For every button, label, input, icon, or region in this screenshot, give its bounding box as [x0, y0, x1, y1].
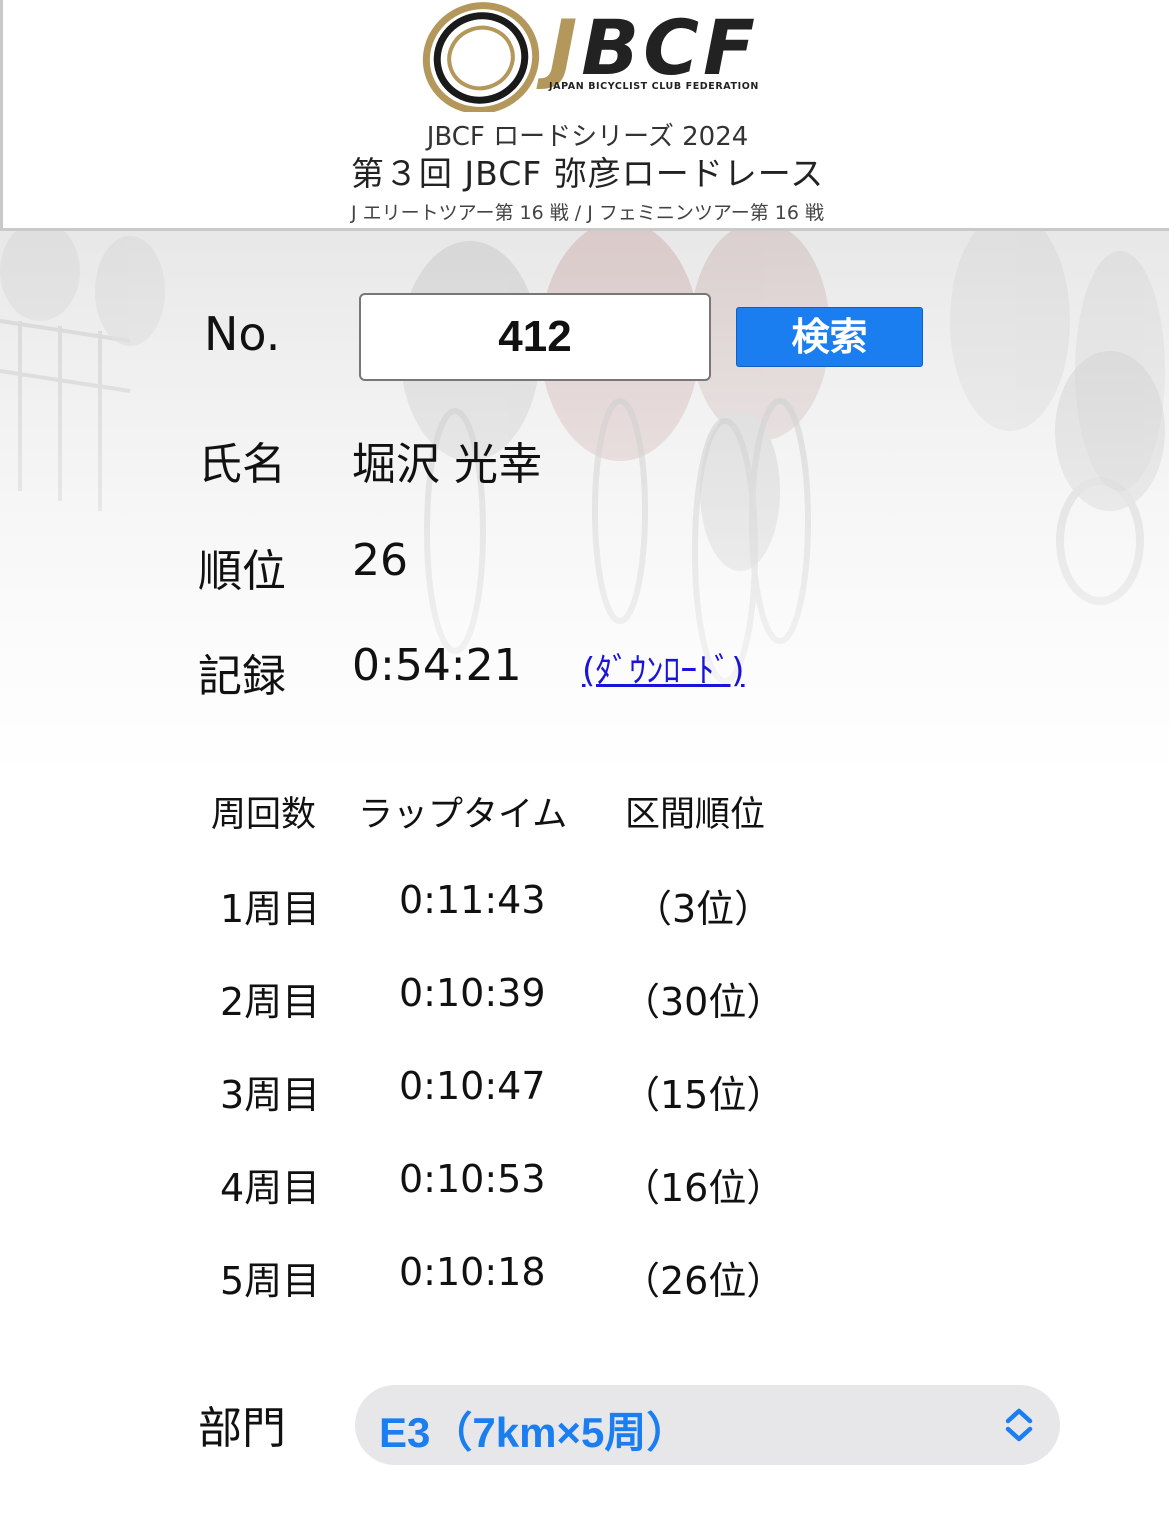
rank-label: 順位	[198, 546, 286, 597]
record-label: 記録	[198, 651, 286, 702]
chevron-updown-icon	[1005, 1408, 1033, 1442]
lap-time: 0:10:47	[399, 1064, 546, 1108]
logo-text: JBCF	[549, 3, 759, 92]
tour-subtitle: J エリートツアー第 16 戦 / J フェミニンツアー第 16 戦	[351, 202, 824, 224]
lap-number: 2周目	[220, 980, 321, 1024]
lap-time: 0:10:18	[399, 1250, 546, 1294]
category-value: E3（7km×5周）	[379, 1409, 689, 1456]
lap-header-time: ラップタイム	[358, 795, 568, 835]
lap-time: 0:10:53	[399, 1157, 546, 1201]
lap-rank: （30位）	[622, 980, 785, 1024]
lap-rank: （15位）	[622, 1073, 785, 1117]
search-button[interactable]: 検索	[736, 307, 923, 367]
lap-rank: （3位）	[634, 887, 773, 931]
name-label: 氏名	[198, 439, 286, 490]
lap-header-rank: 区間順位	[625, 795, 766, 835]
name-value: 堀沢 光幸	[352, 439, 542, 490]
page-header: JBCF JAPAN BICYCLIST CLUB FEDERATION JBC…	[0, 0, 1169, 231]
category-select[interactable]: E3（7km×5周）	[355, 1385, 1060, 1465]
download-link[interactable]: (ﾀﾞｳﾝﾛｰﾄﾞ)	[582, 643, 745, 692]
logo-subtitle: JAPAN BICYCLIST CLUB FEDERATION	[549, 81, 759, 92]
lap-number: 5周目	[220, 1259, 321, 1303]
race-title: 第３回 JBCF 弥彦ロードレース	[350, 154, 825, 193]
lap-number: 3周目	[220, 1073, 321, 1117]
number-input[interactable]	[359, 293, 711, 381]
lap-number: 4周目	[220, 1166, 321, 1210]
record-value: 0:54:21	[352, 640, 522, 691]
lap-time: 0:11:43	[399, 878, 546, 922]
lap-header-count: 周回数	[211, 795, 317, 835]
lap-time: 0:10:39	[399, 971, 546, 1015]
jbcf-logo: JBCF JAPAN BICYCLIST CLUB FEDERATION	[421, 0, 761, 114]
lap-number: 1周目	[220, 887, 321, 931]
number-label: No.	[204, 307, 281, 361]
lap-rank: （26位）	[622, 1259, 785, 1303]
category-label: 部門	[198, 1403, 286, 1454]
jbcf-logo-icon	[422, 2, 540, 114]
rank-value: 26	[352, 535, 408, 586]
lap-rank: （16位）	[622, 1166, 785, 1210]
